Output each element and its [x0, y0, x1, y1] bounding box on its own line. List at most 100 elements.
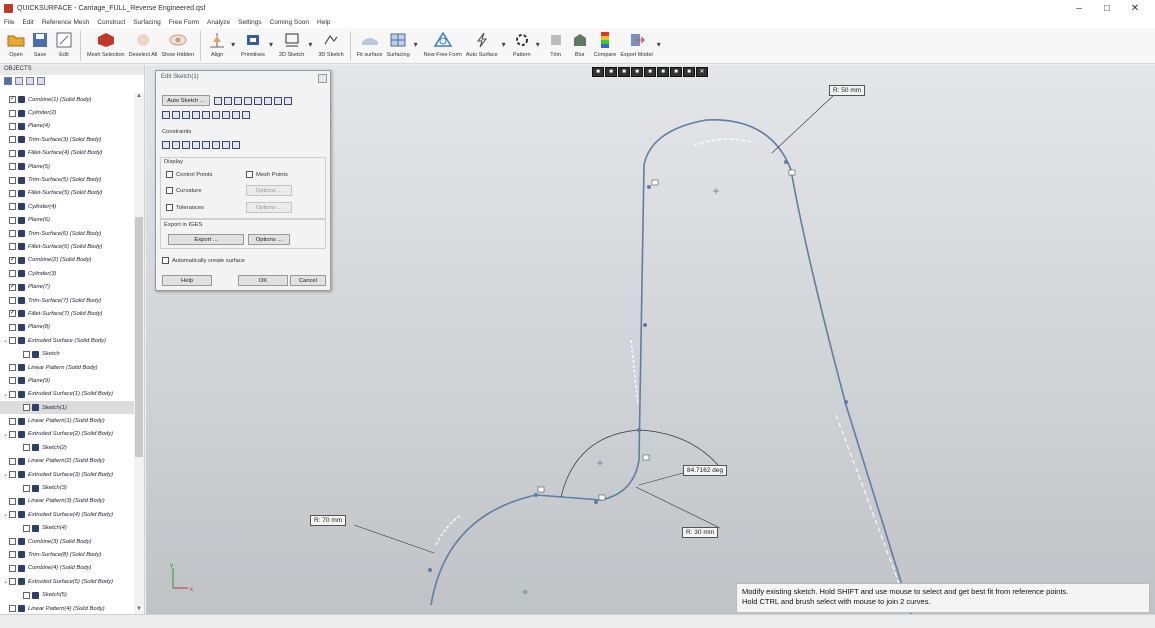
visibility-checkbox[interactable]	[23, 404, 30, 412]
sketch-2d-button[interactable]: 2D Sketch	[279, 28, 304, 58]
surfacing-button[interactable]: Surfacing	[386, 28, 410, 58]
save-button[interactable]: Save	[30, 28, 50, 58]
menu-edit[interactable]: Edit	[22, 19, 33, 26]
mesh-points-checkbox[interactable]	[246, 171, 253, 178]
visibility-checkbox[interactable]	[23, 350, 30, 358]
trim-button[interactable]: Trim	[546, 28, 566, 58]
line-tool-icon[interactable]	[224, 96, 232, 105]
expand-icon[interactable]: ⌄	[2, 471, 9, 478]
tree-item[interactable]: Fillet-Surface(5) (Solid Body)	[0, 187, 134, 200]
blur-button[interactable]: Blur	[570, 28, 590, 58]
visibility-checkbox[interactable]	[9, 377, 16, 385]
visibility-checkbox[interactable]	[9, 497, 16, 505]
align-button[interactable]: Align	[207, 28, 227, 58]
expand-icon[interactable]: ⌄	[2, 391, 9, 398]
visibility-checkbox[interactable]	[9, 457, 16, 465]
tree-item[interactable]: Linear Pattern(2) (Solid Body)	[0, 455, 134, 468]
tree-item[interactable]: ⌄ Extruded Surface(3) (Solid Body)	[0, 468, 134, 481]
fit-surface-button[interactable]: Fit surface	[357, 28, 382, 58]
visibility-checkbox[interactable]	[9, 430, 16, 438]
dimension-radius-30[interactable]: R: 30 mm	[682, 527, 719, 538]
sketch-3d-button[interactable]: 3D Sketch	[318, 28, 344, 58]
tree-item[interactable]: Trim-Surface(6) (Solid Body)	[0, 227, 134, 240]
tree-item[interactable]: ✓ Plane(7)	[0, 280, 134, 293]
tree-item[interactable]: Trim-Surface(8) (Solid Body)	[0, 548, 134, 561]
tree-item[interactable]: ⌄ Extruded Surface(1) (Solid Body)	[0, 388, 134, 401]
view-front-icon[interactable]: ■	[592, 67, 604, 77]
dimension-radius-70[interactable]: R: 70 mm	[310, 515, 347, 526]
tolerances-checkbox[interactable]	[166, 204, 173, 211]
extend-tool-icon[interactable]	[284, 96, 292, 105]
tree-item[interactable]: Plane(8)	[0, 321, 134, 334]
visibility-checkbox[interactable]	[9, 417, 16, 425]
align-dropdown-icon[interactable]: ▾	[231, 40, 235, 49]
tree-item[interactable]: ✓ Fillet-Surface(7) (Solid Body)	[0, 307, 134, 320]
tree-item[interactable]: Trim-Surface(5) (Solid Body)	[0, 173, 134, 186]
view-top-icon[interactable]: ■	[644, 67, 656, 77]
remove-constraint-icon[interactable]	[232, 141, 240, 149]
expand-icon[interactable]: ⌄	[2, 511, 9, 518]
primitives-button[interactable]: Primitives	[241, 28, 265, 58]
view-right-icon[interactable]: ■	[631, 67, 643, 77]
visibility-checkbox[interactable]	[9, 230, 16, 238]
compare-button[interactable]: Compare	[594, 28, 616, 58]
tree-item[interactable]: ⌄ Extruded Surface(2) (Solid Body)	[0, 428, 134, 441]
tree-item[interactable]: Linear Pattern(4) (Solid Body)	[0, 602, 134, 614]
tree-item[interactable]: Plane(4)	[0, 120, 134, 133]
scroll-thumb[interactable]	[135, 217, 143, 457]
polyline-tool-icon[interactable]	[162, 111, 170, 119]
curvature-checkbox[interactable]	[166, 187, 173, 194]
visibility-checkbox[interactable]	[9, 216, 16, 224]
expand-icon[interactable]: ⌄	[2, 337, 9, 344]
new-free-form-button[interactable]: New Free Form	[424, 28, 462, 58]
visibility-checkbox[interactable]	[9, 605, 16, 613]
auto-create-checkbox[interactable]	[162, 257, 169, 264]
tolerances-options-button[interactable]: Options ...	[246, 202, 292, 213]
visibility-checkbox[interactable]	[9, 243, 16, 251]
visibility-checkbox[interactable]: ✓	[9, 283, 16, 291]
auto-surface-dropdown-icon[interactable]: ▾	[502, 40, 506, 49]
filter-icon[interactable]	[26, 77, 34, 85]
help-button[interactable]: Help	[162, 275, 212, 286]
dimension-angle[interactable]: 84.7162 deg	[683, 465, 728, 476]
visibility-checkbox[interactable]	[9, 109, 16, 117]
auto-surface-button[interactable]: Auto Surface	[466, 28, 498, 58]
tree-item[interactable]: Plane(9)	[0, 374, 134, 387]
view-iso-icon[interactable]: ■	[670, 67, 682, 77]
visibility-checkbox[interactable]	[9, 270, 16, 278]
maximize-button[interactable]: □	[1093, 2, 1121, 15]
menu-analyze[interactable]: Analyze	[207, 19, 230, 26]
menu-settings[interactable]: Settings	[238, 19, 262, 26]
visibility-checkbox[interactable]	[9, 122, 16, 130]
minimize-button[interactable]: –	[1065, 2, 1093, 15]
pattern-button[interactable]: Pattern	[512, 28, 532, 58]
visibility-checkbox[interactable]	[23, 444, 30, 452]
edit-button[interactable]: Edit	[54, 28, 74, 58]
tree-item[interactable]: Sketch(4)	[0, 522, 134, 535]
open-button[interactable]: Open	[6, 28, 26, 58]
visibility-checkbox[interactable]	[9, 578, 16, 586]
auto-sketch-button[interactable]: Auto Sketch ...	[162, 95, 210, 106]
tree-item[interactable]: Sketch	[0, 347, 134, 360]
view-back-icon[interactable]: ■	[605, 67, 617, 77]
tree-item[interactable]: Plane(6)	[0, 214, 134, 227]
tree-item[interactable]: Cylinder(4)	[0, 200, 134, 213]
expand-icon[interactable]: ⌄	[2, 431, 9, 438]
visibility-checkbox[interactable]	[9, 337, 16, 345]
tree-item[interactable]: Trim-Surface(3) (Solid Body)	[0, 133, 134, 146]
tree-item[interactable]: Cylinder(3)	[0, 267, 134, 280]
control-points-checkbox[interactable]	[166, 171, 173, 178]
tree-item[interactable]: Sketch(2)	[0, 441, 134, 454]
tree-item[interactable]: Combine(3) (Solid Body)	[0, 535, 134, 548]
chamfer-tool-icon[interactable]	[242, 111, 250, 119]
menu-file[interactable]: File	[4, 19, 14, 26]
tree-item[interactable]: Fillet-Surface(4) (Solid Body)	[0, 147, 134, 160]
arc-tool-icon[interactable]	[244, 96, 252, 105]
select-tool-icon[interactable]	[214, 96, 222, 105]
coincident-icon[interactable]	[162, 141, 170, 149]
surfacing-dropdown-icon[interactable]: ▾	[414, 40, 418, 49]
fix-icon[interactable]	[172, 141, 180, 149]
visibility-checkbox[interactable]	[23, 591, 30, 599]
tree-item[interactable]: Plane(5)	[0, 160, 134, 173]
menu-reference-mesh[interactable]: Reference Mesh	[42, 19, 90, 26]
